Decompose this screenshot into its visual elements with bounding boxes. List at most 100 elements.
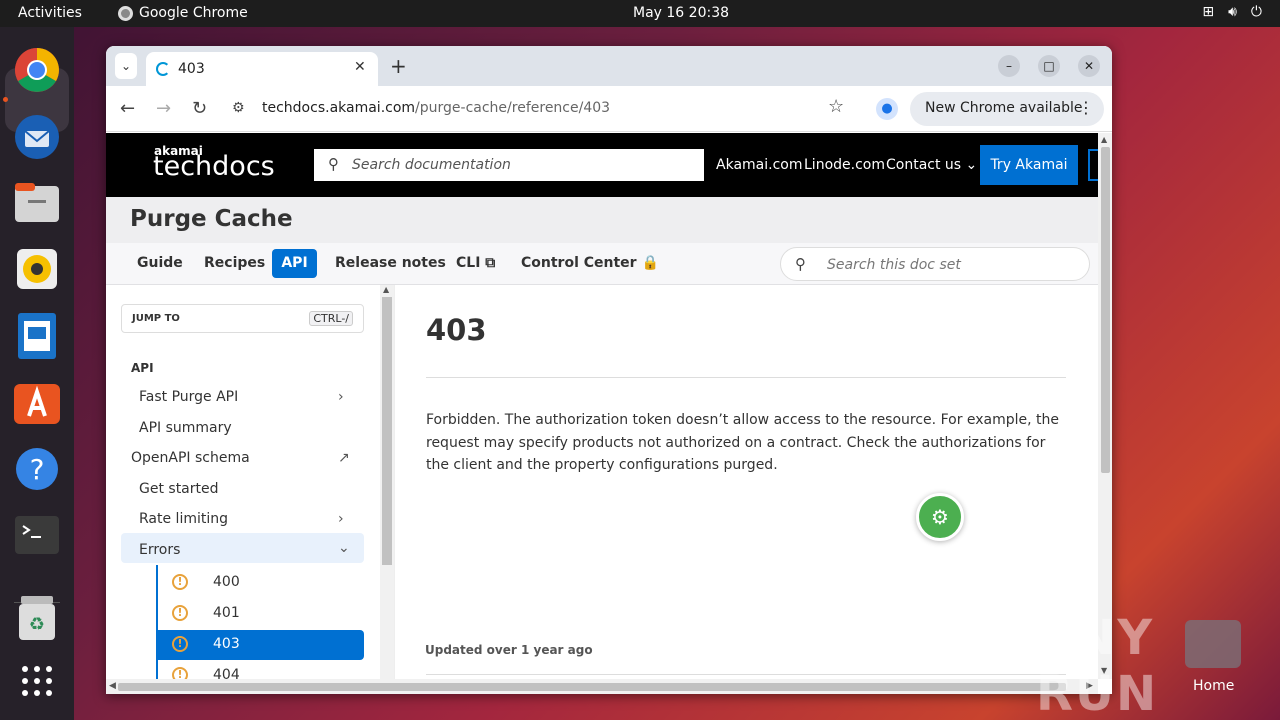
sidebar-item-openapi-schema[interactable]: OpenAPI schema: [131, 450, 250, 466]
tab-strip: ⌄ 403 ✕ + – □ ✕: [106, 46, 1112, 86]
clock[interactable]: May 16 20:38: [633, 5, 729, 21]
sidebar-heading-api: API: [131, 361, 154, 375]
tab-control-center[interactable]: Control Center 🔒: [521, 255, 659, 271]
content-description: Forbidden. The authorization token doesn…: [426, 412, 1060, 473]
trash-icon[interactable]: ♻: [13, 594, 61, 642]
content-title: 403: [426, 313, 487, 347]
header-button-edge[interactable]: [1088, 149, 1098, 181]
search-icon: ⚲: [328, 155, 339, 173]
volume-icon: 🔊︎: [1228, 4, 1237, 20]
app-name: Google Chrome: [139, 5, 248, 21]
error-code: 404: [213, 667, 240, 679]
link-contact-us[interactable]: Contact us ⌄: [886, 157, 977, 173]
tab-title: 403: [178, 61, 205, 77]
tab-search-button[interactable]: ⌄: [115, 53, 137, 79]
web-page: akamai techdocs ⚲ Search documentation A…: [106, 133, 1098, 679]
system-tray[interactable]: ⊞ 🔊︎ ⏻: [1202, 4, 1262, 20]
site-info-icon[interactable]: ⚙: [232, 100, 245, 116]
rhythmbox-icon[interactable]: [13, 245, 61, 293]
sidebar-item-403-active[interactable]: ! 403: [158, 630, 364, 660]
scroll-up-arrow-icon[interactable]: ▲: [383, 285, 389, 294]
browser-toolbar: ← → ↻ ⚙ techdocs.akamai.com/purge-cache/…: [106, 86, 1112, 132]
terminal-icon[interactable]: [13, 511, 61, 559]
link-linode-com[interactable]: Linode.com: [804, 157, 885, 173]
svg-text:♻: ♻: [29, 614, 45, 635]
error-code: 403: [213, 636, 240, 652]
maximize-button[interactable]: □: [1038, 55, 1060, 77]
page-scroll-thumb[interactable]: [1101, 147, 1110, 473]
sidebar-item-400[interactable]: ! 400: [158, 568, 364, 598]
watermark: ANY RUN: [1036, 610, 1159, 720]
warning-icon: !: [172, 636, 188, 652]
app-center-icon[interactable]: [13, 378, 61, 426]
tab-recipes[interactable]: Recipes: [204, 255, 265, 271]
top-bar: Activities Google Chrome May 16 20:38 ⊞ …: [0, 0, 1280, 27]
minimize-button[interactable]: –: [998, 55, 1020, 77]
reload-icon[interactable]: ↻: [192, 98, 207, 119]
new-tab-button[interactable]: +: [390, 54, 407, 78]
network-icon: ⊞: [1202, 4, 1215, 20]
tab-api[interactable]: API: [272, 249, 317, 278]
power-icon: ⏻: [1250, 4, 1262, 20]
error-code: 400: [213, 574, 240, 590]
search-documentation-input[interactable]: ⚲ Search documentation: [314, 149, 704, 181]
tab-release-notes[interactable]: Release notes: [335, 255, 446, 271]
sidebar-item-rate-limiting[interactable]: Rate limiting: [139, 511, 228, 527]
search-doc-set-input[interactable]: ⚲ Search this doc set: [780, 247, 1090, 281]
activities-button[interactable]: Activities: [18, 5, 82, 21]
sidebar-item-fast-purge-api[interactable]: Fast Purge API: [139, 389, 238, 405]
sidebar-item-errors[interactable]: Errors: [139, 542, 180, 558]
search-icon: ⚲: [795, 255, 806, 273]
chevron-right-icon[interactable]: ›: [338, 389, 344, 405]
tab-guide[interactable]: Guide: [137, 255, 183, 271]
help-icon[interactable]: ?: [13, 445, 61, 493]
sidebar-scrollbar[interactable]: ▲: [380, 285, 394, 679]
sidebar-item-get-started[interactable]: Get started: [139, 481, 219, 497]
thunderbird-icon[interactable]: [13, 113, 61, 161]
sidebar: JUMP TO CTRL-/ API Fast Purge API › API …: [106, 285, 380, 679]
chevron-down-icon[interactable]: ⌄: [338, 540, 350, 556]
tab-cli[interactable]: CLI ⧉: [456, 255, 495, 271]
profile-avatar-icon[interactable]: ●: [876, 98, 898, 120]
warning-icon: !: [172, 574, 188, 590]
update-label: New Chrome available: [925, 100, 1083, 116]
new-chrome-available-button[interactable]: New Chrome available ⋮: [910, 92, 1104, 126]
close-window-button[interactable]: ✕: [1078, 55, 1100, 77]
scroll-up-arrow-icon[interactable]: ▲: [1101, 135, 1107, 144]
warning-icon: !: [172, 605, 188, 621]
external-link-icon[interactable]: ↗: [338, 450, 350, 466]
horizontal-scrollbar[interactable]: ◀ ▶: [106, 679, 1098, 694]
app-menu[interactable]: Google Chrome: [118, 5, 248, 21]
back-icon[interactable]: ←: [120, 98, 135, 119]
doc-subnav: Guide Recipes API Release notes CLI ⧉ Co…: [106, 243, 1098, 285]
chevron-right-icon[interactable]: ›: [338, 511, 344, 527]
writer-icon[interactable]: [13, 312, 61, 360]
url-host: techdocs.akamai.com: [262, 100, 416, 116]
cookie-settings-icon[interactable]: ⚙: [916, 493, 964, 541]
scroll-left-arrow-icon[interactable]: ◀: [109, 681, 116, 691]
horizontal-scroll-thumb[interactable]: [118, 683, 1066, 691]
try-akamai-button[interactable]: Try Akamai: [980, 145, 1078, 185]
tab-active[interactable]: 403 ✕: [146, 52, 378, 86]
menu-dots-icon[interactable]: ⋮: [1078, 98, 1094, 117]
sidebar-item-api-summary[interactable]: API summary: [139, 420, 232, 436]
bookmark-star-icon[interactable]: ☆: [828, 96, 844, 117]
chrome-icon[interactable]: [13, 46, 61, 94]
files-icon[interactable]: [13, 179, 61, 227]
url-text: techdocs.akamai.com/purge-cache/referenc…: [262, 100, 610, 116]
forward-icon[interactable]: →: [156, 98, 171, 119]
logo-techdocs-text[interactable]: techdocs: [153, 151, 275, 182]
akamai-favicon-icon: [156, 62, 170, 76]
link-akamai-com[interactable]: Akamai.com: [716, 157, 802, 173]
app-grid-icon[interactable]: [13, 657, 61, 705]
address-bar[interactable]: ⚙ techdocs.akamai.com/purge-cache/refere…: [222, 93, 862, 125]
tab-close-icon[interactable]: ✕: [354, 59, 366, 75]
sidebar-scroll-thumb[interactable]: [382, 297, 392, 565]
url-path: /purge-cache/reference/403: [415, 100, 611, 116]
sidebar-item-401[interactable]: ! 401: [158, 599, 364, 629]
page-title[interactable]: Purge Cache: [130, 206, 293, 232]
sidebar-item-404[interactable]: ! 404: [158, 661, 364, 679]
page-scrollbar[interactable]: ▲ ▼: [1098, 133, 1112, 679]
svg-text:?: ?: [30, 453, 45, 486]
jump-to-input[interactable]: JUMP TO CTRL-/: [121, 304, 364, 333]
